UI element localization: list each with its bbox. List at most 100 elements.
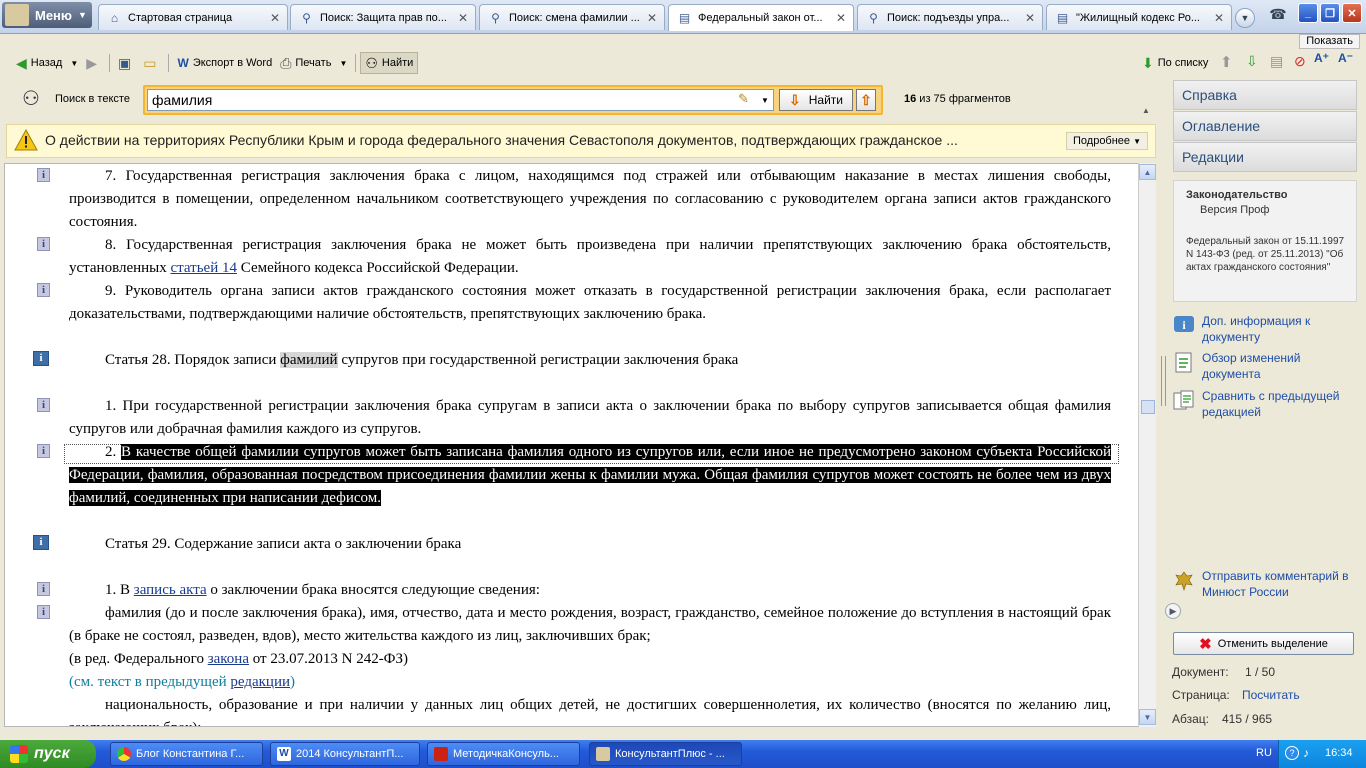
compare-edition-link[interactable]: Сравнить с предыдущей редакцией bbox=[1202, 388, 1352, 420]
search-icon: ⚲ bbox=[302, 10, 311, 25]
scroll-down-icon[interactable]: ▼ bbox=[1139, 709, 1156, 725]
info-icon[interactable]: i bbox=[33, 535, 49, 550]
taskbar-item-consultant[interactable]: КонсультантПлюс - ... bbox=[589, 742, 742, 766]
paragraph-text: Семейного кодекса Российской Федерации. bbox=[237, 260, 519, 276]
eraser-icon[interactable]: ✎ bbox=[738, 91, 749, 107]
paragraph-number: 2. bbox=[105, 444, 122, 460]
menu-label: Меню bbox=[35, 7, 73, 23]
close-icon[interactable]: ✕ bbox=[645, 11, 659, 25]
close-icon[interactable]: ✕ bbox=[1212, 11, 1226, 25]
start-button[interactable]: пуск bbox=[0, 740, 96, 768]
cancel-icon[interactable]: ⊘ bbox=[1294, 53, 1306, 70]
previous-edition-link[interactable]: редакции bbox=[230, 674, 290, 690]
print-button[interactable]: ⎙ Печать ▼ bbox=[276, 52, 351, 74]
help-button[interactable]: Справка bbox=[1173, 80, 1357, 110]
divider bbox=[109, 54, 111, 72]
search-history-dropdown-icon[interactable]: ▼ bbox=[757, 90, 773, 110]
menu-button[interactable]: Меню ▼ bbox=[2, 2, 92, 28]
font-increase-icon[interactable]: A⁺ bbox=[1314, 51, 1329, 65]
notice-more-button[interactable]: Подробнее ▼ bbox=[1066, 132, 1149, 150]
language-indicator[interactable]: RU bbox=[1256, 747, 1272, 759]
contents-button[interactable]: Оглавление bbox=[1173, 111, 1357, 141]
tab-list-dropdown-icon[interactable]: ▼ bbox=[1235, 8, 1255, 28]
font-decrease-icon[interactable]: A⁻ bbox=[1338, 51, 1353, 65]
paragraph: 8. Государственная регистрация заключени… bbox=[69, 234, 1111, 280]
printer-icon: ⎙ bbox=[280, 54, 292, 71]
divider bbox=[355, 54, 357, 72]
find-label: Найти bbox=[381, 57, 414, 69]
taskbar-item-word[interactable]: W 2014 КонсультантП... bbox=[270, 742, 420, 766]
help-icon[interactable]: ? bbox=[1285, 746, 1299, 760]
export-word-button[interactable]: W Экспорт в Word bbox=[173, 52, 276, 74]
find-previous-button[interactable]: ⇧ bbox=[856, 89, 876, 111]
document-export-icon[interactable]: ▤ bbox=[1270, 53, 1283, 70]
taskbar-item-label: 2014 КонсультантП... bbox=[296, 748, 404, 760]
close-icon[interactable]: ✕ bbox=[1023, 11, 1037, 25]
tab-search-surname[interactable]: ⚲ Поиск: смена фамилии ... ✕ bbox=[479, 4, 665, 30]
phone-icon[interactable]: ☎ bbox=[1268, 6, 1288, 24]
page-counter-label: Страница: bbox=[1172, 688, 1230, 702]
tab-label: Поиск: смена фамилии ... bbox=[509, 11, 640, 24]
close-icon[interactable]: ✕ bbox=[268, 11, 282, 25]
find-next-button[interactable]: ⇩ Найти bbox=[779, 89, 853, 111]
splitter-grip[interactable] bbox=[1161, 356, 1166, 406]
collapse-search-icon[interactable]: ▲ bbox=[1142, 106, 1150, 115]
arrow-down-icon: ⬇ bbox=[1142, 54, 1154, 71]
info-icon[interactable]: i bbox=[37, 398, 50, 412]
note-text: ) bbox=[290, 674, 296, 690]
taskbar-item-chrome[interactable]: Блог Константина Г... bbox=[110, 742, 263, 766]
maximize-button[interactable]: ❐ bbox=[1320, 3, 1340, 23]
info-icon[interactable]: i bbox=[37, 605, 50, 619]
more-label: Подробнее bbox=[1073, 135, 1131, 147]
tab-search-rights[interactable]: ⚲ Поиск: Защита прав по... ✕ bbox=[290, 4, 476, 30]
info-icon[interactable]: i bbox=[33, 351, 49, 366]
notice-text[interactable]: О действии на территориях Республики Кры… bbox=[45, 132, 1057, 148]
save-button[interactable]: ▣ bbox=[114, 52, 139, 74]
search-input[interactable] bbox=[147, 89, 774, 111]
expand-panel-icon[interactable]: ▶ bbox=[1165, 603, 1181, 619]
info-icon[interactable]: i bbox=[37, 582, 50, 596]
tab-federal-law[interactable]: ▤ Федеральный закон от... ✕ bbox=[668, 4, 854, 31]
document-scrollbar[interactable]: ▲ ▼ bbox=[1138, 163, 1156, 727]
editions-button[interactable]: Редакции bbox=[1173, 142, 1357, 172]
info-icon[interactable]: i bbox=[37, 168, 50, 182]
cancel-selection-button[interactable]: ✖ Отменить выделение bbox=[1173, 632, 1354, 655]
scroll-up-icon[interactable]: ▲ bbox=[1139, 164, 1156, 180]
send-comment-link[interactable]: Отправить комментарий в Минюст России bbox=[1202, 568, 1352, 600]
chevron-down-icon: ▼ bbox=[339, 58, 348, 68]
show-button[interactable]: Показать bbox=[1299, 34, 1360, 49]
paragraph-text: 1. В bbox=[105, 582, 134, 598]
taskbar-item-pdf[interactable]: МетодичкаКонсуль... bbox=[427, 742, 580, 766]
network-icon[interactable]: ♪ bbox=[1303, 746, 1309, 760]
count-pages-link[interactable]: Посчитать bbox=[1242, 688, 1300, 702]
article-28-heading: Статья 28. Порядок записи фамилий супруг… bbox=[105, 349, 1105, 372]
extra-info-link[interactable]: Доп. информация к документу bbox=[1202, 313, 1352, 345]
clock[interactable]: 16:34 bbox=[1325, 747, 1353, 759]
close-icon[interactable]: ✕ bbox=[834, 11, 848, 25]
paragraph: 1. При государственной регистрации заклю… bbox=[69, 398, 1111, 437]
forward-button[interactable]: ▶ bbox=[82, 52, 105, 74]
back-button[interactable]: ◀ Назад ▼ bbox=[12, 52, 82, 74]
tab-start-page[interactable]: ⌂ Стартовая страница ✕ bbox=[98, 4, 288, 30]
close-window-button[interactable]: ✕ bbox=[1342, 3, 1362, 23]
close-icon[interactable]: ✕ bbox=[456, 11, 470, 25]
folder-icon: ▭ bbox=[143, 54, 157, 71]
bookmark-add-icon[interactable]: ⇩ bbox=[1246, 53, 1258, 70]
changes-review-link[interactable]: Обзор изменений документа bbox=[1202, 350, 1352, 382]
by-list-button[interactable]: ⬇ По списку bbox=[1138, 52, 1212, 74]
info-icon[interactable]: i bbox=[37, 237, 50, 251]
folder-button[interactable]: ▭ bbox=[139, 52, 164, 74]
doc-counter-value: 1 / 50 bbox=[1245, 665, 1276, 679]
arrow-up-icon[interactable]: ⬆ bbox=[1220, 53, 1233, 71]
find-toolbar-button[interactable]: ⚇ Найти bbox=[360, 52, 419, 74]
minimize-button[interactable]: _ bbox=[1298, 3, 1318, 23]
scroll-thumb[interactable] bbox=[1141, 400, 1155, 414]
record-act-link[interactable]: запись акта bbox=[134, 582, 207, 598]
info-icon[interactable]: i bbox=[37, 444, 50, 458]
info-icon[interactable]: i bbox=[37, 283, 50, 297]
article-14-link[interactable]: статьей 14 bbox=[171, 260, 238, 276]
tab-housing-code[interactable]: ▤ "Жилищный кодекс Ро... ✕ bbox=[1046, 4, 1232, 30]
law-link[interactable]: закона bbox=[208, 651, 249, 667]
fragment-total: из 75 фрагментов bbox=[916, 93, 1011, 105]
tab-search-entrances[interactable]: ⚲ Поиск: подъезды упра... ✕ bbox=[857, 4, 1043, 30]
